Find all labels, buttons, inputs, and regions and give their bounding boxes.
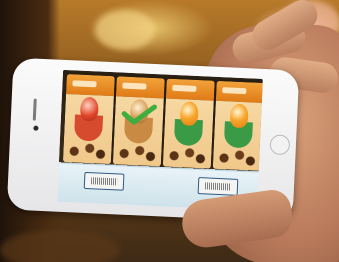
pack-label: [222, 87, 247, 95]
nuts-icon: [214, 146, 260, 167]
phone-speaker: [32, 98, 37, 121]
product-pack-4[interactable]: [212, 80, 263, 171]
product-pack-3[interactable]: [162, 78, 215, 169]
electronic-price-label-icon: [197, 177, 239, 196]
price-label-barcode: [204, 182, 232, 191]
pack-label: [72, 80, 97, 88]
bokeh-light-1: [95, 10, 155, 50]
nuts-icon: [115, 142, 160, 163]
product-pack-1[interactable]: [62, 74, 115, 165]
phone-screen-camera-view[interactable]: [57, 69, 263, 211]
product-pack-2[interactable]: [112, 76, 165, 167]
nuts-icon: [65, 140, 110, 161]
electronic-price-label-icon: [83, 171, 125, 191]
photo-scene: [0, 0, 339, 262]
price-label-barcode: [90, 177, 118, 186]
home-button[interactable]: [269, 134, 291, 156]
nuts-icon: [164, 144, 210, 165]
bokeh-light-3: [0, 230, 120, 262]
phone-camera-icon: [33, 125, 39, 131]
check-mark-icon: [121, 104, 157, 125]
pack-label: [122, 82, 147, 90]
pack-label: [172, 84, 197, 92]
